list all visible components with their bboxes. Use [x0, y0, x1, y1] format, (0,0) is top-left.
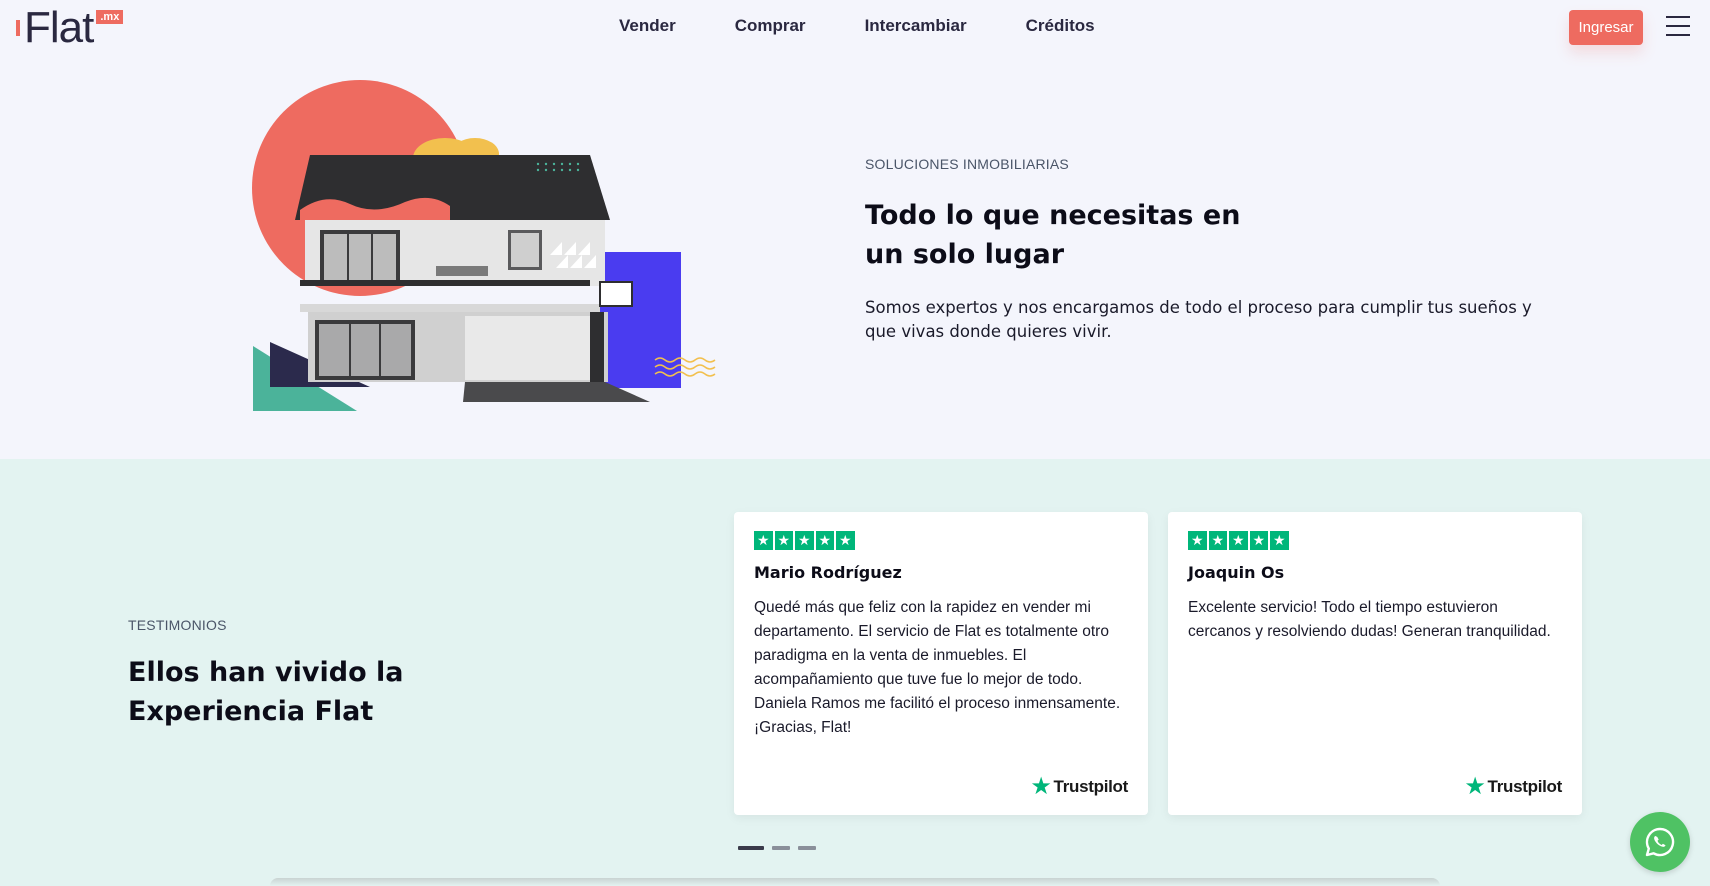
nav-vender[interactable]: Vender — [619, 16, 676, 36]
testimonials-eyebrow: TESTIMONIOS — [128, 617, 227, 633]
star-icon: ★ — [1229, 531, 1248, 550]
blue-square-shape — [600, 252, 681, 388]
main-nav: Vender Comprar Intercambiar Créditos — [619, 16, 1154, 36]
trustpilot-logo[interactable]: ★ Trustpilot — [1464, 773, 1563, 800]
hero-section: SOLUCIONES INMOBILIARIAS Todo lo que nec… — [865, 156, 1565, 344]
trustpilot-label: Trustpilot — [1487, 777, 1563, 796]
trustpilot-star-icon: ★ — [1030, 773, 1052, 800]
star-icon: ★ — [815, 531, 834, 550]
house-illustration — [252, 80, 716, 411]
star-icon: ★ — [1249, 531, 1268, 550]
whatsapp-icon[interactable] — [1630, 812, 1690, 872]
carousel-dot[interactable] — [798, 846, 816, 850]
star-icon: ★ — [795, 531, 814, 550]
review-text: Quedé más que feliz con la rapidez en ve… — [754, 598, 1121, 736]
trustpilot-label: Trustpilot — [1053, 777, 1129, 796]
testimonial-card: ★ ★ ★ ★ ★ Joaquin Os Excelente servicio!… — [1168, 512, 1582, 815]
star-icon: ★ — [1188, 531, 1207, 550]
testimonials-title: Ellos han vivido la Experiencia Flat — [128, 657, 404, 727]
nav-intercambiar[interactable]: Intercambiar — [865, 16, 967, 36]
hero-description: Somos expertos y nos encargamos de todo … — [865, 298, 1532, 341]
carousel-dot[interactable] — [738, 846, 764, 850]
trustpilot-logo[interactable]: ★ Trustpilot — [1030, 773, 1129, 800]
site-header: Flat .mx Vender Comprar Intercambiar Cré… — [0, 0, 1710, 56]
star-icon: ★ — [774, 531, 793, 550]
login-button[interactable]: Ingresar — [1569, 10, 1643, 45]
testimonials-intro: TESTIMONIOS Ellos han vivido la Experien… — [128, 617, 428, 731]
logo-text: Flat — [24, 3, 94, 52]
carousel-pagination — [738, 846, 816, 850]
nav-comprar[interactable]: Comprar — [735, 16, 806, 36]
star-icon: ★ — [836, 531, 855, 550]
hero-eyebrow: SOLUCIONES INMOBILIARIAS — [865, 156, 1069, 172]
trustpilot-star-icon: ★ — [1464, 773, 1486, 800]
testimonials-section: TESTIMONIOS Ellos han vivido la Experien… — [0, 459, 1710, 886]
nav-creditos[interactable]: Créditos — [1026, 16, 1095, 36]
reviewer-name: Mario Rodríguez — [754, 562, 902, 582]
star-rating: ★ ★ ★ ★ ★ — [754, 531, 1128, 550]
next-section-edge — [270, 878, 1440, 886]
logo-badge: .mx — [96, 10, 124, 24]
logo[interactable]: Flat .mx — [16, 3, 124, 52]
star-icon: ★ — [1270, 531, 1289, 550]
testimonial-card: ★ ★ ★ ★ ★ Mario Rodríguez Quedé más que … — [734, 512, 1148, 815]
logo-accent-bar — [16, 20, 20, 36]
carousel-dot[interactable] — [772, 846, 790, 850]
star-icon: ★ — [754, 531, 773, 550]
hero-title: Todo lo que necesitas en un solo lugar — [865, 200, 1241, 270]
star-icon: ★ — [1208, 531, 1227, 550]
hamburger-icon[interactable] — [1666, 16, 1690, 38]
star-rating: ★ ★ ★ ★ ★ — [1188, 531, 1562, 550]
review-text: Excelente servicio! Todo el tiempo estuv… — [1188, 598, 1551, 640]
reviewer-name: Joaquin Os — [1188, 562, 1285, 582]
whatsapp-glyph-icon — [1645, 827, 1675, 857]
